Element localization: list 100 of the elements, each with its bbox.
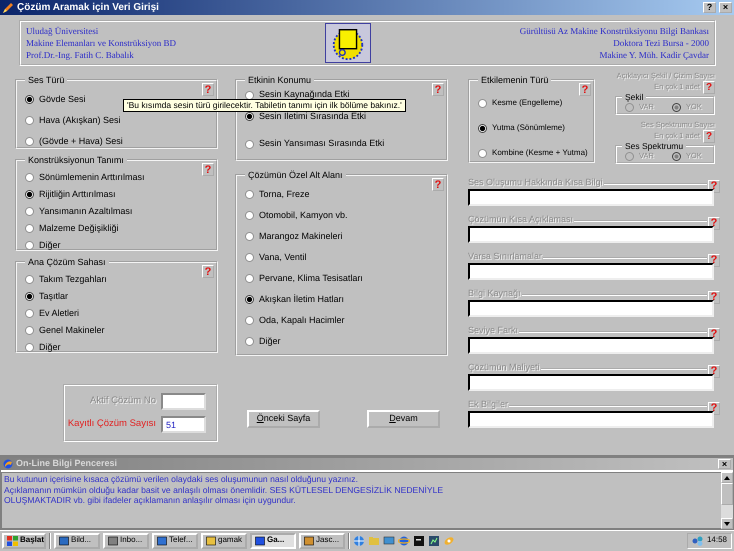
start-button[interactable]: Başlat (2, 532, 46, 548)
app-icon (59, 536, 69, 546)
app-icon (3, 459, 13, 469)
header-text: Doktora Tezi Bursa - 2000 (612, 37, 709, 49)
info-title: On-Line Bilgi Penceresi (16, 459, 118, 469)
radio-button[interactable] (25, 326, 34, 335)
radio-button[interactable] (25, 116, 34, 125)
help-button[interactable]: ? (202, 83, 214, 96)
radio-button[interactable] (25, 292, 34, 301)
option-label: Marangoz Makineleri (259, 232, 343, 242)
text-field[interactable] (468, 263, 714, 280)
taskbar-button[interactable]: Inbo... (103, 532, 149, 548)
radio-button[interactable] (245, 232, 254, 241)
radio-button[interactable] (245, 253, 254, 262)
radio-button[interactable] (245, 274, 254, 283)
radio-button[interactable] (478, 149, 487, 158)
info-text: Açıklamanın mümkün olduğu kadar basit ve anlaşılı olması önemlidir. SES KÜTLESEL DENGESİZLİK NEDENİYLE (4, 484, 444, 495)
option-label: Diğer (39, 240, 61, 250)
option-label: Yutma (Sönümleme) (492, 124, 565, 133)
terminal-icon[interactable] (413, 534, 425, 546)
option-label: Sesin Kaynağında Etki (259, 90, 350, 100)
option-label: Malzeme Değişikliği (39, 224, 119, 234)
radio-button[interactable] (25, 224, 34, 233)
help-button[interactable]: ? (202, 265, 214, 278)
info-text: Bu kutunun içerisine kısaca çözümü verilen olaydaki ses oluşumunun nasıl olduğunu yazınız. (4, 474, 359, 484)
radio-button[interactable] (478, 124, 487, 133)
radio-button[interactable] (245, 211, 254, 220)
scroll-thumb[interactable] (721, 483, 733, 505)
radio-button[interactable] (25, 343, 34, 352)
option-label: Diğer (39, 342, 61, 352)
radio-button[interactable] (25, 173, 34, 182)
radio-button[interactable] (25, 275, 34, 284)
text-field[interactable] (468, 300, 714, 317)
field-label: Kayıtlı Çözüm Sayısı (68, 419, 156, 430)
option-label: Oda, Kapalı Hacimler (259, 316, 345, 326)
text-field[interactable] (468, 411, 714, 428)
radio-button[interactable] (245, 112, 254, 121)
text-field[interactable] (468, 374, 714, 391)
radio-button[interactable] (25, 190, 34, 199)
option-label: Kesme (Engelleme) (492, 99, 562, 108)
radio-button[interactable] (25, 207, 34, 216)
radio-button[interactable] (478, 99, 487, 108)
scrollbar[interactable] (721, 472, 733, 529)
radio-button[interactable] (25, 309, 34, 318)
option-label: Sesin İletimi Sırasında Etki (259, 112, 366, 122)
taskbar-button[interactable]: Jasc... (299, 532, 345, 548)
help-button[interactable]: ? (579, 83, 591, 96)
radio-button[interactable] (245, 90, 254, 100)
nav-button[interactable]: Devam (367, 410, 440, 428)
radio-button[interactable] (245, 337, 254, 346)
desktop-icon[interactable] (383, 534, 395, 546)
tooltip: 'Bu kısımda sesin türü girilecektir. Tabiletin tanımı için ilk bölüme bakınız.' (123, 99, 406, 112)
text-field[interactable] (468, 189, 714, 206)
radio-button[interactable] (245, 316, 254, 325)
group-title: Etkinin Konumu (245, 75, 314, 85)
option-label: Ev Aletleri (39, 308, 80, 318)
option-label: Genel Makineler (39, 326, 105, 336)
help-button[interactable]: ? (202, 163, 214, 176)
scroll-up-icon[interactable] (724, 476, 730, 480)
radio-button[interactable] (245, 140, 254, 148)
taskbar-button[interactable]: Bild... (54, 532, 100, 548)
number-field[interactable]: 51 (161, 416, 206, 433)
radio-button[interactable] (25, 241, 34, 250)
help-button[interactable]: ? (703, 2, 716, 13)
option-label: Taşıtlar (39, 292, 68, 302)
option-label: Sesin Yansıması Sırasında Etki (259, 139, 384, 149)
taskbar-button[interactable]: Ga... (250, 532, 296, 548)
group-title: Etkilemenin Türü (478, 75, 552, 85)
option-label: Vana, Ventil (259, 252, 306, 262)
taskbar-button[interactable]: gamak (201, 532, 247, 548)
globe-icon[interactable] (353, 534, 365, 546)
group-title: Ana Çözüm Sahası (25, 257, 109, 267)
text-field[interactable] (468, 337, 714, 354)
text-field[interactable] (468, 226, 714, 243)
option-label: Gövde Sesi (39, 94, 86, 104)
scroll-down-icon[interactable] (724, 522, 730, 526)
header-text: Makine Y. Müh. Kadir Çavdar (598, 49, 709, 61)
close-button[interactable]: × (718, 459, 731, 469)
network-icon[interactable] (692, 536, 703, 546)
taskbar-button[interactable]: Telef... (152, 532, 198, 548)
option-label: Rijitliğin Arttırılması (39, 190, 116, 200)
logo-icon (324, 23, 371, 63)
option-label: Hava (Akışkan) Sesi (39, 116, 121, 126)
window-title: Çözüm Aramak için Veri Girişi (17, 2, 159, 13)
group-title: Çözümün Özel Alt Alanı (245, 170, 346, 180)
radio-button[interactable] (25, 95, 34, 104)
radio-button[interactable] (245, 190, 254, 199)
option-label: (Gövde + Hava) Sesi (39, 136, 123, 146)
chart-icon[interactable] (428, 534, 440, 546)
close-button[interactable]: × (719, 2, 732, 13)
help-button[interactable]: ? (432, 178, 444, 191)
option-label: Takım Tezgahları (39, 274, 107, 284)
option-label: Akışkan İletim Hatları (259, 294, 344, 304)
help-button[interactable]: ? (432, 83, 444, 96)
radio-button[interactable] (25, 137, 34, 146)
nav-button[interactable]: Önceki Sayfa (247, 410, 320, 428)
header-text: Prof.Dr.-Ing. Fatih C. Babalık (26, 49, 135, 61)
app-icon (108, 536, 118, 546)
windows-logo-icon (7, 536, 18, 546)
radio-button[interactable] (245, 295, 254, 304)
